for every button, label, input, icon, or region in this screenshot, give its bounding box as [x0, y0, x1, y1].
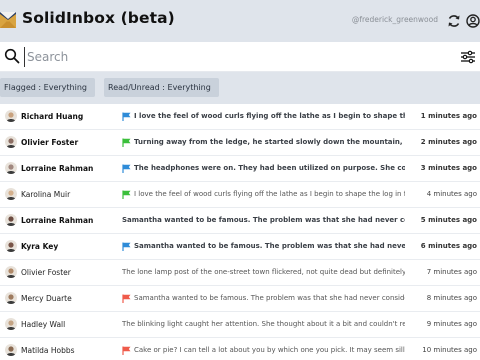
flagged-filter-label: Flagged : Everything: [4, 83, 87, 92]
message-subject: The headphones were on. They had been ut…: [134, 164, 405, 172]
message-subject: Samantha wanted to be famous. The proble…: [134, 242, 405, 250]
avatar: [5, 188, 17, 200]
message-time: 8 minutes ago: [426, 294, 477, 302]
message-row[interactable]: Karolina Muir I love the feel of wood cur…: [0, 182, 480, 208]
message-subject: Samantha wanted to be famous. The proble…: [122, 216, 405, 224]
message-sender: Mercy Duarte: [21, 294, 72, 303]
flag-icon[interactable]: [122, 242, 131, 251]
message-row[interactable]: Matilda Hobbs Cake or pie? I can tell a l…: [0, 338, 480, 360]
avatar: [5, 162, 17, 174]
mail-logo-icon: [0, 12, 16, 28]
message-subject: I love the feel of wood curls flying off…: [134, 190, 405, 198]
search-bar: [0, 42, 480, 72]
flag-icon[interactable]: [122, 294, 131, 303]
message-time: 5 minutes ago: [420, 216, 477, 224]
filter-settings-button[interactable]: [460, 49, 476, 65]
user-handle: @frederick_greenwood: [351, 15, 438, 24]
sliders-icon: [461, 50, 475, 64]
message-row[interactable]: Lorraine Rahman Samantha wanted to be fam…: [0, 208, 480, 234]
avatar: [5, 318, 17, 330]
read-filter-dropdown[interactable]: Read/Unread : Everything: [104, 78, 219, 97]
filter-bar: Flagged : Everything Read/Unread : Every…: [0, 72, 480, 104]
message-subject: Cake or pie? I can tell a lot about you …: [134, 346, 405, 354]
message-list: Richard Huang I love the feel of wood cur…: [0, 104, 480, 360]
message-row[interactable]: Olivier Foster The lone lamp post of the …: [0, 260, 480, 286]
flag-icon[interactable]: [122, 190, 131, 199]
app-title: SolidInbox (beta): [22, 9, 175, 27]
avatar: [5, 136, 17, 148]
message-time: 4 minutes ago: [426, 190, 477, 198]
message-subject: The blinking light caught her attention.…: [122, 320, 405, 328]
flag-icon[interactable]: [122, 346, 131, 355]
message-subject: Samantha wanted to be famous. The proble…: [134, 294, 405, 302]
avatar: [5, 344, 17, 356]
search-icon: [4, 48, 20, 64]
message-row[interactable]: Hadley Wall The blinking light caught her…: [0, 312, 480, 338]
message-row[interactable]: Lorraine Rahman The headphones were on. T…: [0, 156, 480, 182]
message-subject: The lone lamp post of the one-street tow…: [122, 268, 405, 276]
flagged-filter-dropdown[interactable]: Flagged : Everything: [0, 78, 95, 97]
refresh-button[interactable]: [445, 12, 463, 30]
message-sender: Hadley Wall: [21, 320, 66, 329]
refresh-icon: [448, 15, 460, 27]
app-header: SolidInbox (beta) @frederick_greenwood: [0, 0, 480, 42]
message-time: 7 minutes ago: [426, 268, 477, 276]
account-icon: [466, 14, 480, 28]
message-row[interactable]: Richard Huang I love the feel of wood cur…: [0, 104, 480, 130]
message-row[interactable]: Mercy Duarte Samantha wanted to be famous…: [0, 286, 480, 312]
message-time: 2 minutes ago: [420, 138, 477, 146]
message-row[interactable]: Olivier Foster Turning away from the ledg…: [0, 130, 480, 156]
read-filter-label: Read/Unread : Everything: [108, 83, 211, 92]
flag-icon[interactable]: [122, 112, 131, 121]
avatar: [5, 292, 17, 304]
message-sender: Olivier Foster: [21, 268, 71, 277]
avatar: [5, 266, 17, 278]
flag-icon[interactable]: [122, 164, 131, 173]
message-sender: Matilda Hobbs: [21, 346, 75, 355]
message-time: 9 minutes ago: [426, 320, 477, 328]
message-sender: Lorraine Rahman: [21, 164, 94, 173]
search-input[interactable]: [24, 47, 444, 67]
avatar: [5, 214, 17, 226]
message-time: 10 minutes ago: [422, 346, 477, 354]
message-subject: I love the feel of wood curls flying off…: [134, 112, 405, 120]
message-sender: Lorraine Rahman: [21, 216, 94, 225]
account-button[interactable]: [464, 12, 480, 30]
message-row[interactable]: Kyra Key Samantha wanted to be famous. Th…: [0, 234, 480, 260]
message-time: 3 minutes ago: [420, 164, 477, 172]
message-sender: Karolina Muir: [21, 190, 71, 199]
message-time: 1 minutes ago: [420, 112, 477, 120]
message-time: 6 minutes ago: [420, 242, 477, 250]
message-subject: Turning away from the ledge, he started …: [134, 138, 405, 146]
message-sender: Kyra Key: [21, 242, 59, 251]
flag-icon[interactable]: [122, 138, 131, 147]
message-sender: Olivier Foster: [21, 138, 79, 147]
avatar: [5, 110, 17, 122]
message-sender: Richard Huang: [21, 112, 84, 121]
avatar: [5, 240, 17, 252]
